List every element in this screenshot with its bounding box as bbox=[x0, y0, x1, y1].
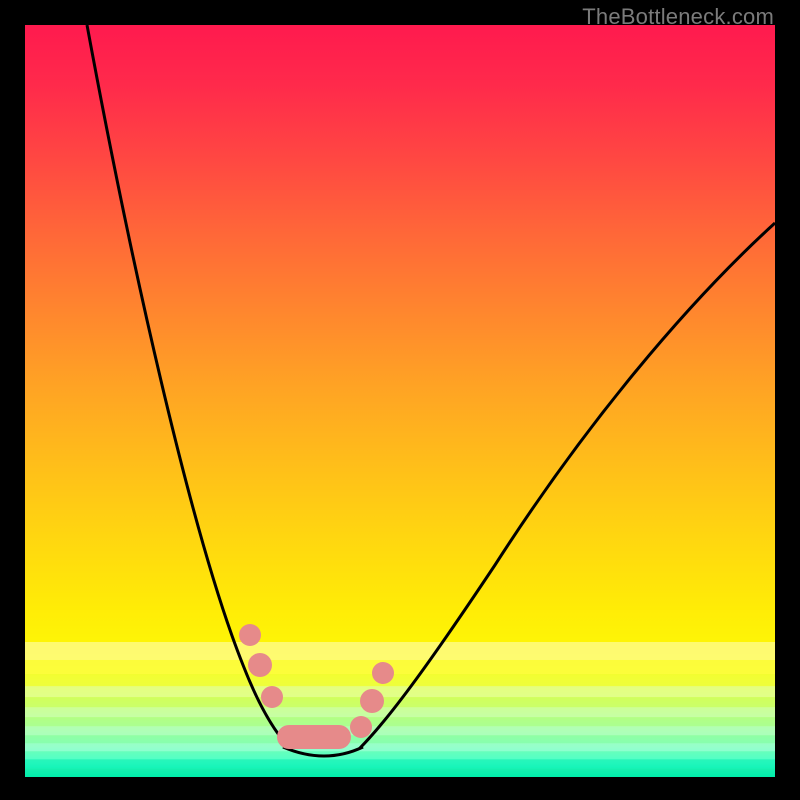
bottleneck-chart bbox=[25, 25, 775, 777]
highlight-markers bbox=[239, 624, 394, 749]
chart-frame bbox=[25, 25, 775, 777]
attribution-text: TheBottleneck.com bbox=[582, 4, 774, 30]
bottleneck-right-arm bbox=[359, 223, 775, 749]
